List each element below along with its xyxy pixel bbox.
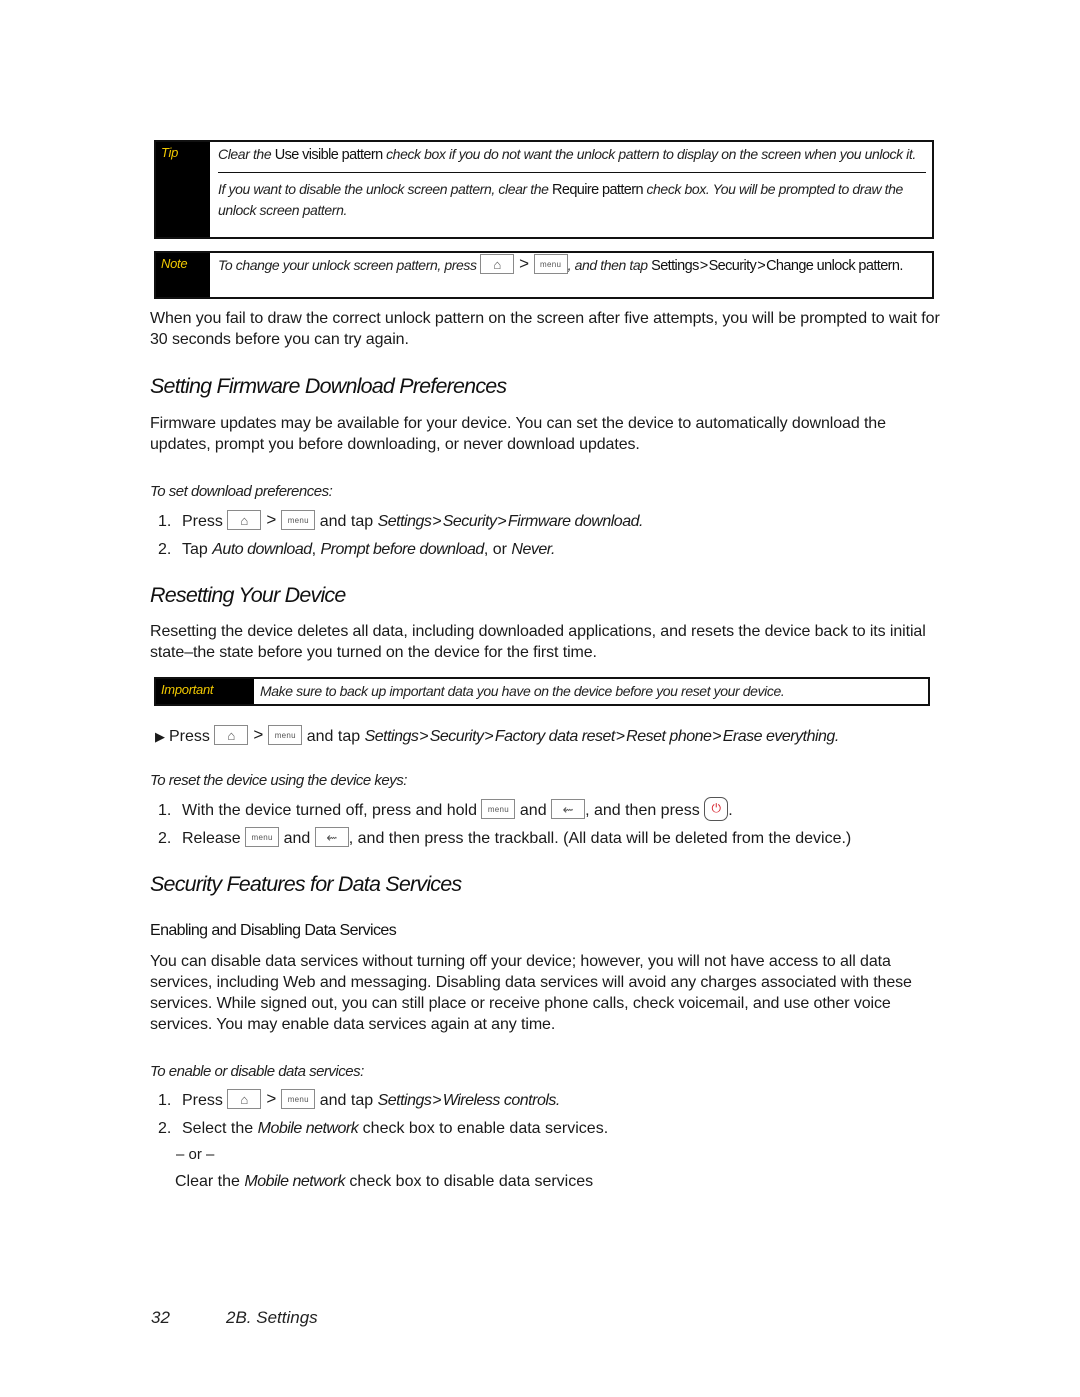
firmware-paragraph: Firmware updates may be available for yo… — [150, 415, 886, 453]
reset-paragraph: Resetting the device deletes all data, i… — [150, 623, 926, 661]
data-services-alt-step: Clear the Mobile network check box to di… — [175, 1173, 594, 1190]
separator: > — [519, 254, 529, 273]
back-key-icon: ⇜ — [314, 826, 349, 847]
tip-callout: Tip Clear the Use visible pattern check … — [154, 140, 934, 239]
reset-heading: Resetting Your Device — [150, 583, 346, 607]
tip-divider — [218, 172, 926, 173]
separator: > — [266, 510, 277, 529]
important-label: Important — [156, 679, 254, 704]
note-label: Note — [156, 253, 210, 297]
home-key-icon: ⌂ — [480, 254, 515, 275]
firmware-heading: Setting Firmware Download Preferences — [150, 374, 507, 398]
menu-key-icon: menu — [533, 254, 568, 275]
firmware-procedure-title: To set download preferences: — [150, 483, 333, 500]
menu-key-icon: menu — [268, 724, 303, 745]
tip-item-2: If you want to disable the unlock screen… — [218, 181, 903, 218]
back-key-icon: ⇜ — [551, 799, 586, 819]
note-callout: Note To change your unlock screen patter… — [154, 251, 934, 299]
important-callout: Important Make sure to back up important… — [154, 677, 930, 706]
menu-key-icon: menu — [245, 826, 280, 847]
firmware-step-1: 1. Press ⌂ > menu and tap Settings>Security… — [158, 509, 643, 530]
data-services-paragraph: You can disable data services without tu… — [150, 953, 912, 1033]
data-services-step-2: 2. Select the Mobile network check box to… — [158, 1120, 609, 1137]
menu-key-icon: menu — [481, 799, 516, 819]
intro-paragraph: When you fail to draw the correct unlock… — [150, 310, 940, 348]
data-services-procedure-title: To enable or disable data services: — [150, 1063, 364, 1080]
or-separator: – or – — [176, 1146, 215, 1163]
reset-step-1: 1. With the device turned off, press and … — [158, 797, 733, 823]
important-body: Make sure to back up important data you … — [260, 683, 785, 699]
end-power-key-icon: ⏻ — [704, 797, 729, 821]
tip-item-1: Clear the Use visible pattern check box … — [218, 146, 916, 163]
tip-body: Clear the Use visible pattern check box … — [210, 142, 932, 237]
home-key-icon: ⌂ — [214, 724, 249, 745]
menu-key-icon: menu — [281, 1088, 316, 1109]
separator: > — [253, 725, 264, 744]
reset-procedure-title: To reset the device using the device key… — [150, 772, 407, 789]
data-services-step-1: 1. Press ⌂ > menu and tap Settings>Wireless… — [158, 1088, 560, 1109]
reset-bullet-step: ▶ Press ⌂ > menu and tap Settings>Security>… — [155, 724, 839, 745]
firmware-step-2: 2. Tap Auto download, Prompt before downl… — [158, 541, 555, 558]
home-key-icon: ⌂ — [227, 1088, 262, 1109]
data-services-heading: Security Features for Data Services — [150, 872, 462, 896]
tip-label: Tip — [156, 142, 210, 237]
note-body: To change your unlock screen pattern, pr… — [218, 254, 904, 275]
ui-term: Require pattern — [552, 182, 644, 198]
reset-step-2: 2. Release menu and ⇜, and then press the… — [158, 826, 851, 849]
section-name: 2B. Settings — [226, 1308, 318, 1327]
menu-key-icon: menu — [281, 509, 316, 530]
separator: > — [266, 1089, 277, 1108]
home-key-icon: ⌂ — [227, 509, 262, 530]
page-number: 32 — [151, 1308, 170, 1327]
ui-term: Use visible pattern — [274, 147, 383, 163]
data-services-subheading: Enabling and Disabling Data Services — [150, 922, 397, 939]
arrow-bullet-icon: ▶ — [155, 729, 165, 744]
